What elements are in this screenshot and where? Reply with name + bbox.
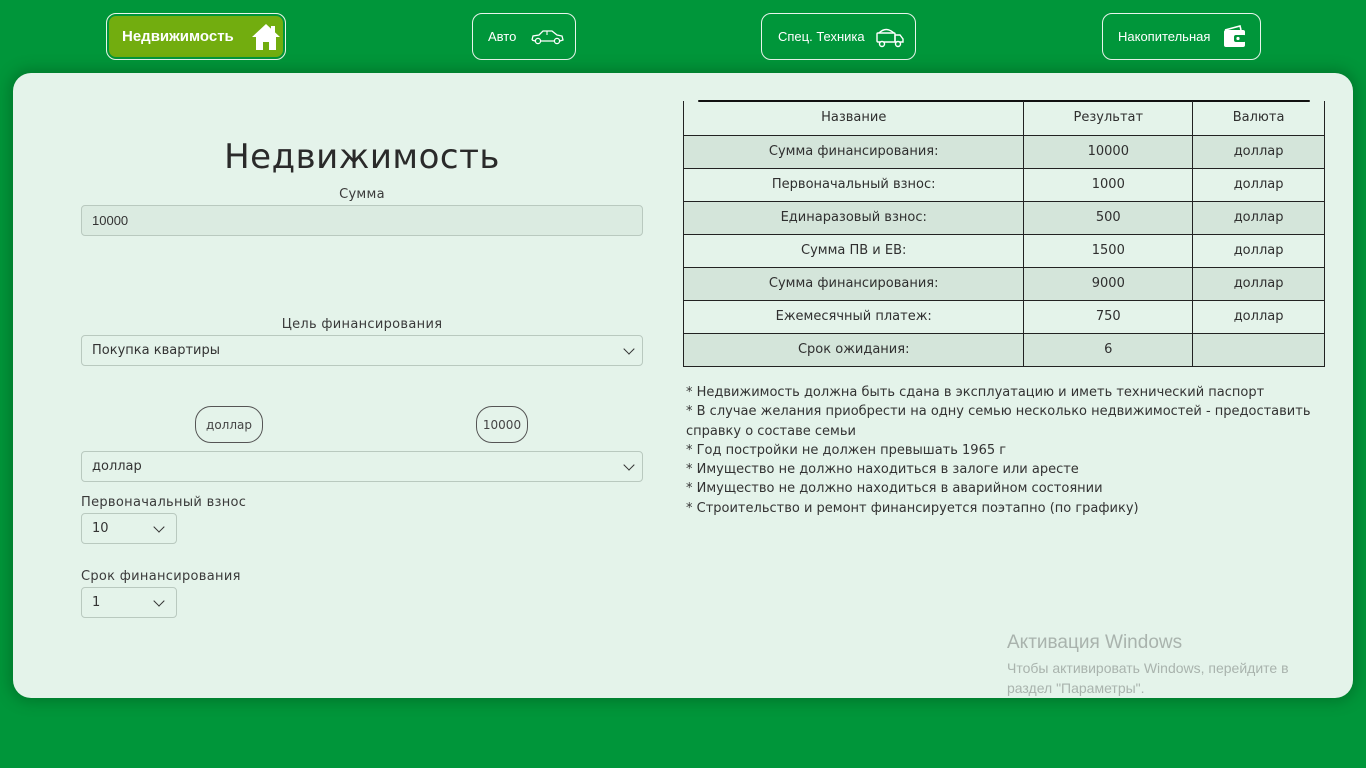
chevron-down-icon (153, 595, 165, 607)
purpose-select[interactable]: Покупка квартиры (81, 335, 643, 366)
nav-tab-special-equipment[interactable]: Спец. Техника (761, 13, 916, 60)
row-name: Единаразовый взнос: (682, 200, 1025, 235)
watermark-text: Чтобы активировать Windows, перейдите в … (1007, 660, 1289, 696)
down-payment-select-value: 10 (92, 521, 109, 536)
column-header-name: Название (682, 101, 1025, 136)
note-item: * Недвижимость должна быть сдана в экспл… (686, 385, 1265, 400)
nav-tab-label: Спец. Техника (778, 29, 865, 44)
table-row: Сумма финансирования: 10000 доллар (682, 134, 1325, 169)
row-result: 750 (1023, 299, 1194, 334)
calculator-card: Недвижимость Сумма 10000 Цель финансиров… (13, 73, 1353, 698)
nav-tab-savings[interactable]: Накопительная (1102, 13, 1261, 60)
table-row: Единаразовый взнос: 500 доллар (682, 200, 1325, 235)
note-item: * Год постройки не должен превышать 1965… (686, 442, 1007, 458)
windows-activation-watermark: Активация Windows Чтобы активировать Win… (1007, 632, 1327, 698)
row-currency: доллар (1192, 134, 1325, 169)
row-name: Первоначальный взнос: (682, 167, 1025, 202)
results-table: Название Результат Валюта Сумма финансир… (682, 101, 1325, 367)
row-name: Сумма финансирования: (682, 266, 1025, 301)
page-title: Недвижимость (224, 137, 500, 177)
row-result: 1500 (1023, 233, 1194, 268)
purpose-select-value: Покупка квартиры (92, 343, 220, 358)
row-result: 1000 (1023, 167, 1194, 202)
row-currency: доллар (1192, 266, 1325, 301)
chevron-down-icon (153, 521, 165, 533)
note-item: * Имущество не должно находиться в авари… (686, 481, 1103, 497)
currency-pill: доллар (195, 406, 263, 443)
down-payment-label: Первоначальный взнос (81, 495, 247, 510)
note-item: * Имущество не должно находиться в залог… (686, 462, 1079, 478)
column-header-result: Результат (1023, 101, 1194, 136)
row-name: Сумма финансирования: (682, 134, 1025, 169)
row-currency: доллар (1192, 167, 1325, 202)
table-row: Сумма финансирования: 9000 доллар (682, 266, 1325, 301)
nav-tab-label: Авто (488, 29, 517, 44)
term-select[interactable]: 1 (81, 587, 177, 618)
table-row: Сумма ПВ и ЕВ: 1500 доллар (682, 233, 1325, 268)
note-item: * Строительство и ремонт финансируется п… (686, 500, 1139, 516)
term-select-value: 1 (92, 595, 101, 610)
house-icon (251, 23, 281, 51)
table-header-row: Название Результат Валюта (682, 101, 1325, 136)
row-name: Ежемесячный платеж: (682, 299, 1025, 334)
row-currency: доллар (1192, 233, 1325, 268)
table-row: Срок ожидания: 6 (682, 332, 1325, 367)
sum-input[interactable]: 10000 (81, 205, 643, 236)
table-row: Ежемесячный платеж: 750 доллар (682, 299, 1325, 334)
term-label: Срок финансирования (81, 569, 241, 584)
row-name: Срок ожидания: (682, 332, 1025, 367)
row-result: 500 (1023, 200, 1194, 235)
nav-tab-label: Накопительная (1118, 29, 1211, 44)
currency-select-value: доллар (92, 459, 142, 474)
down-payment-select[interactable]: 10 (81, 513, 177, 544)
chevron-down-icon (623, 459, 635, 471)
nav-tab-real-estate[interactable]: Недвижимость (106, 13, 286, 60)
watermark-title: Активация Windows (1007, 632, 1183, 653)
chevron-down-icon (623, 343, 635, 355)
nav-tab-auto[interactable]: Авто (472, 13, 576, 60)
wallet-icon (1222, 24, 1248, 50)
row-currency (1192, 332, 1325, 367)
row-result: 10000 (1023, 134, 1194, 169)
table-row: Первоначальный взнос: 1000 доллар (682, 167, 1325, 202)
purpose-label: Цель финансирования (281, 317, 443, 332)
note-item: * В случае желания приобрести на одну се… (686, 404, 1311, 439)
amount-pill: 10000 (476, 406, 528, 443)
car-icon (530, 28, 565, 46)
nav-tab-label: Недвижимость (122, 28, 234, 45)
truck-icon (875, 25, 905, 49)
sum-label: Сумма (339, 187, 385, 202)
row-result: 9000 (1023, 266, 1194, 301)
row-name: Сумма ПВ и ЕВ: (682, 233, 1025, 268)
currency-select[interactable]: доллар (81, 451, 643, 482)
requirements-notes: * Недвижимость должна быть сдана в экспл… (686, 383, 1316, 518)
column-header-currency: Валюта (1192, 101, 1325, 136)
row-result: 6 (1023, 332, 1194, 367)
row-currency: доллар (1192, 200, 1325, 235)
row-currency: доллар (1192, 299, 1325, 334)
